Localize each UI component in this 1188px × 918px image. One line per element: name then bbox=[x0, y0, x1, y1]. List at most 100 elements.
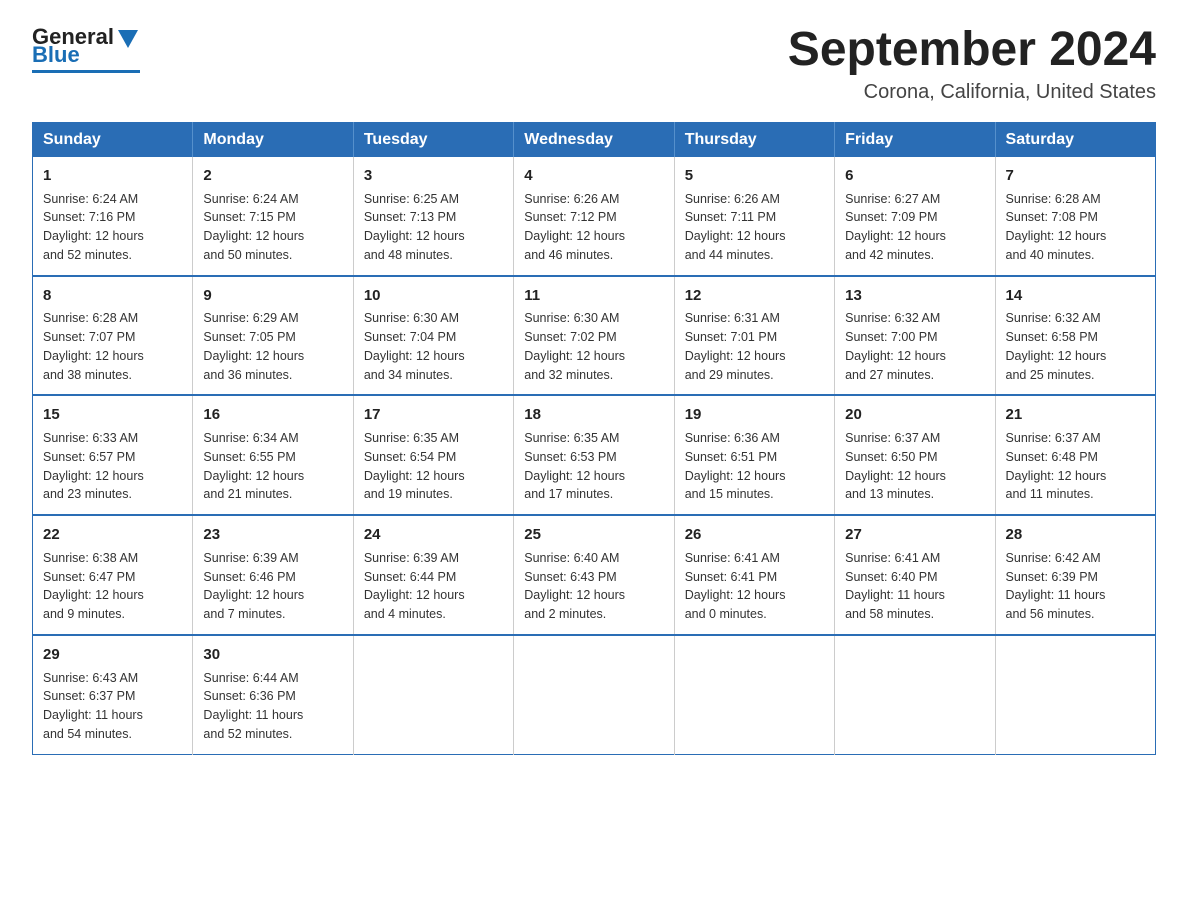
table-row: 30 Sunrise: 6:44 AMSunset: 6:36 PMDayligh… bbox=[193, 635, 353, 754]
logo-triangle-icon bbox=[118, 30, 138, 48]
table-row: 23 Sunrise: 6:39 AMSunset: 6:46 PMDayligh… bbox=[193, 515, 353, 635]
table-row: 16 Sunrise: 6:34 AMSunset: 6:55 PMDayligh… bbox=[193, 395, 353, 515]
day-detail: Sunrise: 6:40 AMSunset: 6:43 PMDaylight:… bbox=[524, 549, 663, 624]
day-detail: Sunrise: 6:32 AMSunset: 7:00 PMDaylight:… bbox=[845, 309, 984, 384]
table-row: 5 Sunrise: 6:26 AMSunset: 7:11 PMDaylight… bbox=[674, 157, 834, 276]
day-number: 30 bbox=[203, 644, 342, 666]
col-sunday: Sunday bbox=[33, 122, 193, 157]
day-detail: Sunrise: 6:30 AMSunset: 7:04 PMDaylight:… bbox=[364, 309, 503, 384]
table-row: 3 Sunrise: 6:25 AMSunset: 7:13 PMDaylight… bbox=[353, 157, 513, 276]
day-detail: Sunrise: 6:39 AMSunset: 6:44 PMDaylight:… bbox=[364, 549, 503, 624]
day-number: 26 bbox=[685, 524, 824, 546]
table-row bbox=[995, 635, 1155, 754]
day-number: 22 bbox=[43, 524, 182, 546]
day-detail: Sunrise: 6:27 AMSunset: 7:09 PMDaylight:… bbox=[845, 190, 984, 265]
table-row bbox=[674, 635, 834, 754]
day-detail: Sunrise: 6:29 AMSunset: 7:05 PMDaylight:… bbox=[203, 309, 342, 384]
day-number: 24 bbox=[364, 524, 503, 546]
table-row: 14Sunrise: 6:32 AMSunset: 6:58 PMDayligh… bbox=[995, 276, 1155, 396]
day-number: 1 bbox=[43, 165, 182, 187]
day-detail: Sunrise: 6:24 AMSunset: 7:15 PMDaylight:… bbox=[203, 190, 342, 265]
calendar-week-row: 8Sunrise: 6:28 AMSunset: 7:07 PMDaylight… bbox=[33, 276, 1156, 396]
table-row: 9Sunrise: 6:29 AMSunset: 7:05 PMDaylight… bbox=[193, 276, 353, 396]
day-number: 5 bbox=[685, 165, 824, 187]
day-number: 29 bbox=[43, 644, 182, 666]
day-number: 12 bbox=[685, 285, 824, 307]
table-row: 2 Sunrise: 6:24 AMSunset: 7:15 PMDaylight… bbox=[193, 157, 353, 276]
day-number: 23 bbox=[203, 524, 342, 546]
day-number: 17 bbox=[364, 404, 503, 426]
day-number: 21 bbox=[1006, 404, 1145, 426]
table-row: 12Sunrise: 6:31 AMSunset: 7:01 PMDayligh… bbox=[674, 276, 834, 396]
table-row: 15 Sunrise: 6:33 AMSunset: 6:57 PMDayligh… bbox=[33, 395, 193, 515]
col-wednesday: Wednesday bbox=[514, 122, 674, 157]
day-detail: Sunrise: 6:39 AMSunset: 6:46 PMDaylight:… bbox=[203, 549, 342, 624]
day-number: 7 bbox=[1006, 165, 1145, 187]
day-number: 9 bbox=[203, 285, 342, 307]
day-number: 10 bbox=[364, 285, 503, 307]
day-detail: Sunrise: 6:28 AMSunset: 7:07 PMDaylight:… bbox=[43, 309, 182, 384]
table-row: 19Sunrise: 6:36 AMSunset: 6:51 PMDayligh… bbox=[674, 395, 834, 515]
table-row: 10Sunrise: 6:30 AMSunset: 7:04 PMDayligh… bbox=[353, 276, 513, 396]
day-detail: Sunrise: 6:37 AMSunset: 6:48 PMDaylight:… bbox=[1006, 429, 1145, 504]
calendar-header-row: Sunday Monday Tuesday Wednesday Thursday… bbox=[33, 122, 1156, 157]
day-detail: Sunrise: 6:30 AMSunset: 7:02 PMDaylight:… bbox=[524, 309, 663, 384]
logo-blue-text: Blue bbox=[32, 42, 80, 68]
table-row: 28 Sunrise: 6:42 AMSunset: 6:39 PMDayligh… bbox=[995, 515, 1155, 635]
calendar-week-row: 29Sunrise: 6:43 AMSunset: 6:37 PMDayligh… bbox=[33, 635, 1156, 754]
day-number: 19 bbox=[685, 404, 824, 426]
table-row: 7Sunrise: 6:28 AMSunset: 7:08 PMDaylight… bbox=[995, 157, 1155, 276]
col-thursday: Thursday bbox=[674, 122, 834, 157]
table-row: 17 Sunrise: 6:35 AMSunset: 6:54 PMDayligh… bbox=[353, 395, 513, 515]
day-detail: Sunrise: 6:26 AMSunset: 7:12 PMDaylight:… bbox=[524, 190, 663, 265]
table-row: 6Sunrise: 6:27 AMSunset: 7:09 PMDaylight… bbox=[835, 157, 995, 276]
table-row bbox=[353, 635, 513, 754]
day-number: 16 bbox=[203, 404, 342, 426]
day-detail: Sunrise: 6:26 AMSunset: 7:11 PMDaylight:… bbox=[685, 190, 824, 265]
calendar-week-row: 1Sunrise: 6:24 AMSunset: 7:16 PMDaylight… bbox=[33, 157, 1156, 276]
col-friday: Friday bbox=[835, 122, 995, 157]
day-detail: Sunrise: 6:33 AMSunset: 6:57 PMDaylight:… bbox=[43, 429, 182, 504]
day-detail: Sunrise: 6:34 AMSunset: 6:55 PMDaylight:… bbox=[203, 429, 342, 504]
day-detail: Sunrise: 6:37 AMSunset: 6:50 PMDaylight:… bbox=[845, 429, 984, 504]
table-row: 21 Sunrise: 6:37 AMSunset: 6:48 PMDayligh… bbox=[995, 395, 1155, 515]
table-row bbox=[514, 635, 674, 754]
day-number: 4 bbox=[524, 165, 663, 187]
day-detail: Sunrise: 6:44 AMSunset: 6:36 PMDaylight:… bbox=[203, 669, 342, 744]
day-number: 14 bbox=[1006, 285, 1145, 307]
calendar-table: Sunday Monday Tuesday Wednesday Thursday… bbox=[32, 122, 1156, 755]
day-number: 15 bbox=[43, 404, 182, 426]
day-detail: Sunrise: 6:25 AMSunset: 7:13 PMDaylight:… bbox=[364, 190, 503, 265]
day-detail: Sunrise: 6:42 AMSunset: 6:39 PMDaylight:… bbox=[1006, 549, 1145, 624]
day-detail: Sunrise: 6:38 AMSunset: 6:47 PMDaylight:… bbox=[43, 549, 182, 624]
col-monday: Monday bbox=[193, 122, 353, 157]
table-row: 27Sunrise: 6:41 AMSunset: 6:40 PMDayligh… bbox=[835, 515, 995, 635]
table-row: 8Sunrise: 6:28 AMSunset: 7:07 PMDaylight… bbox=[33, 276, 193, 396]
day-number: 3 bbox=[364, 165, 503, 187]
page-header: General Blue September 2024 Corona, Cali… bbox=[32, 24, 1156, 104]
title-area: September 2024 Corona, California, Unite… bbox=[788, 24, 1156, 104]
table-row: 26Sunrise: 6:41 AMSunset: 6:41 PMDayligh… bbox=[674, 515, 834, 635]
logo-underline bbox=[32, 70, 140, 73]
day-detail: Sunrise: 6:35 AMSunset: 6:54 PMDaylight:… bbox=[364, 429, 503, 504]
day-number: 27 bbox=[845, 524, 984, 546]
logo: General Blue bbox=[32, 24, 140, 73]
table-row: 25 Sunrise: 6:40 AMSunset: 6:43 PMDayligh… bbox=[514, 515, 674, 635]
day-detail: Sunrise: 6:31 AMSunset: 7:01 PMDaylight:… bbox=[685, 309, 824, 384]
month-title: September 2024 bbox=[788, 24, 1156, 77]
day-number: 2 bbox=[203, 165, 342, 187]
table-row bbox=[835, 635, 995, 754]
day-number: 11 bbox=[524, 285, 663, 307]
table-row: 24 Sunrise: 6:39 AMSunset: 6:44 PMDayligh… bbox=[353, 515, 513, 635]
table-row: 22 Sunrise: 6:38 AMSunset: 6:47 PMDayligh… bbox=[33, 515, 193, 635]
table-row: 11Sunrise: 6:30 AMSunset: 7:02 PMDayligh… bbox=[514, 276, 674, 396]
table-row: 18Sunrise: 6:35 AMSunset: 6:53 PMDayligh… bbox=[514, 395, 674, 515]
day-detail: Sunrise: 6:32 AMSunset: 6:58 PMDaylight:… bbox=[1006, 309, 1145, 384]
day-number: 28 bbox=[1006, 524, 1145, 546]
calendar-week-row: 22 Sunrise: 6:38 AMSunset: 6:47 PMDayligh… bbox=[33, 515, 1156, 635]
col-tuesday: Tuesday bbox=[353, 122, 513, 157]
day-number: 25 bbox=[524, 524, 663, 546]
table-row: 1Sunrise: 6:24 AMSunset: 7:16 PMDaylight… bbox=[33, 157, 193, 276]
col-saturday: Saturday bbox=[995, 122, 1155, 157]
day-detail: Sunrise: 6:35 AMSunset: 6:53 PMDaylight:… bbox=[524, 429, 663, 504]
